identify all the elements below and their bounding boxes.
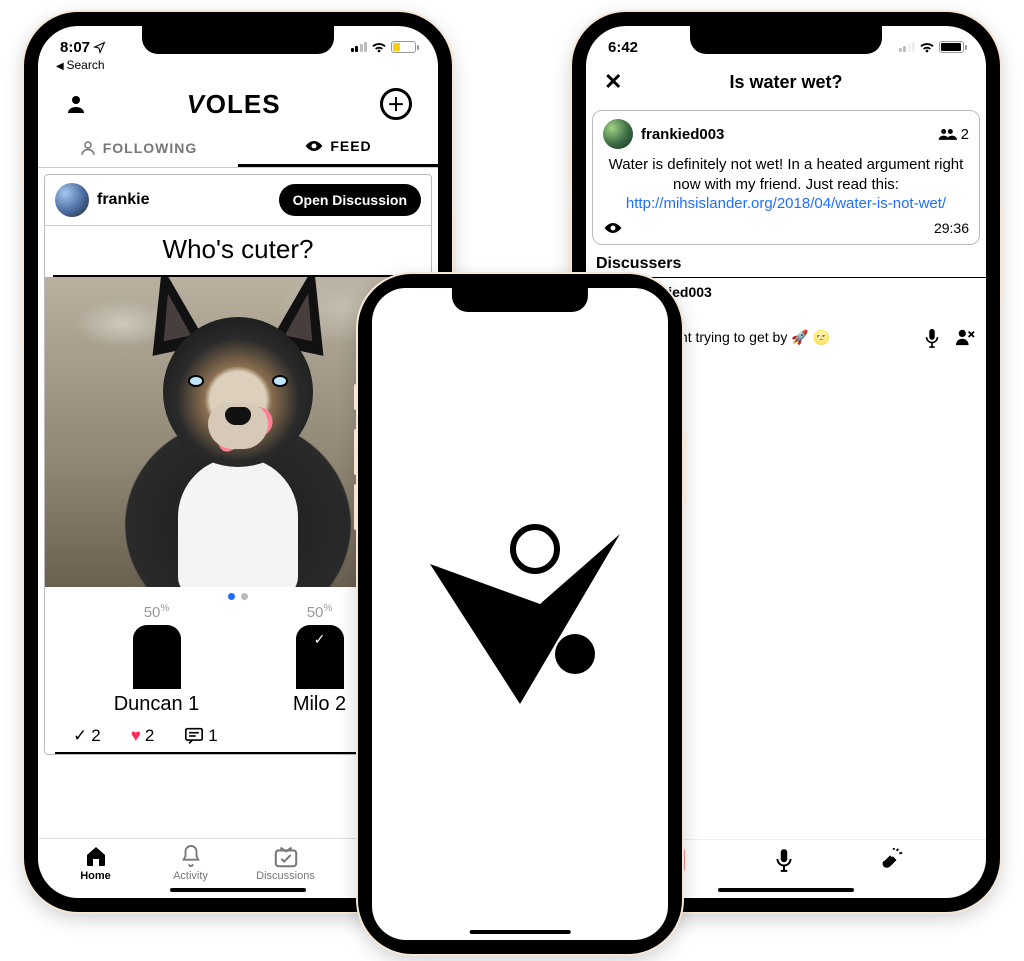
post-author-name: frankie [97,191,149,209]
avatar [603,119,633,149]
page-title: Is water wet? [729,72,842,93]
remove-user-icon[interactable] [954,328,976,348]
battery-icon [939,41,964,53]
discussion-card: frankied003 2 Water is definitely not we… [592,110,980,245]
post-author[interactable]: frankie [55,183,149,217]
add-button[interactable]: ＋ [380,88,412,120]
wifi-icon [371,41,387,53]
mic-icon[interactable] [775,848,793,872]
avatar [55,183,89,217]
vote-option-1[interactable]: 50% Duncan 1 [97,603,217,716]
open-discussion-button[interactable]: Open Discussion [279,184,421,216]
heart-icon: ♥ [131,726,141,746]
location-arrow-icon [93,41,106,54]
tab-feed-label: FEED [330,138,371,154]
bell-icon [180,843,202,869]
check-icon: ✓ [314,631,326,648]
discussion-link[interactable]: http://mihsislander.org/2018/04/water-is… [626,195,946,212]
clap-icon[interactable] [879,848,903,872]
splash-logo [372,288,668,940]
people-count: 2 [937,126,969,143]
eye-icon [304,139,324,153]
stat-votes[interactable]: ✓2 [73,726,101,746]
discussion-timer: 29:36 [934,220,969,236]
nav-home[interactable]: Home [60,843,132,882]
status-time: 8:07 [60,39,90,56]
people-icon [937,127,957,141]
signal-icon [899,42,916,52]
option2-label: Milo 2 [293,693,346,716]
home-icon [84,843,108,869]
discussion-body: Water is definitely not wet! In a heated… [603,149,969,216]
tv-check-icon [273,843,299,869]
status-time: 6:42 [608,39,638,56]
option1-label: Duncan 1 [114,693,200,716]
stat-comments[interactable]: 1 [184,726,217,746]
discussers-heading: Discussers [586,249,986,278]
tab-following-label: FOLLOWING [103,140,198,156]
check-icon: ✓ [73,726,87,746]
close-button[interactable]: ✕ [604,69,622,95]
app-logo: VOLES [187,89,280,120]
wifi-icon [919,41,935,53]
nav-activity[interactable]: Activity [155,843,227,882]
discussion-author[interactable]: frankied003 [603,119,724,149]
person-outline-icon [79,139,97,157]
phone-center [358,274,682,954]
tab-following[interactable]: FOLLOWING [38,128,238,167]
stat-likes[interactable]: ♥2 [131,726,155,746]
battery-icon [391,41,416,53]
comment-icon [184,727,204,745]
post-question: Who's cuter? [53,226,423,277]
tab-feed[interactable]: FEED [238,128,438,167]
eye-icon [603,221,623,235]
option2-pct: 50 [307,604,324,621]
back-to-search[interactable]: Search [38,58,438,72]
nav-discussions[interactable]: Discussions [250,843,322,882]
option1-pct: 50 [144,604,161,621]
profile-icon[interactable] [64,92,88,116]
signal-icon [351,42,368,52]
mic-icon[interactable] [924,328,940,348]
